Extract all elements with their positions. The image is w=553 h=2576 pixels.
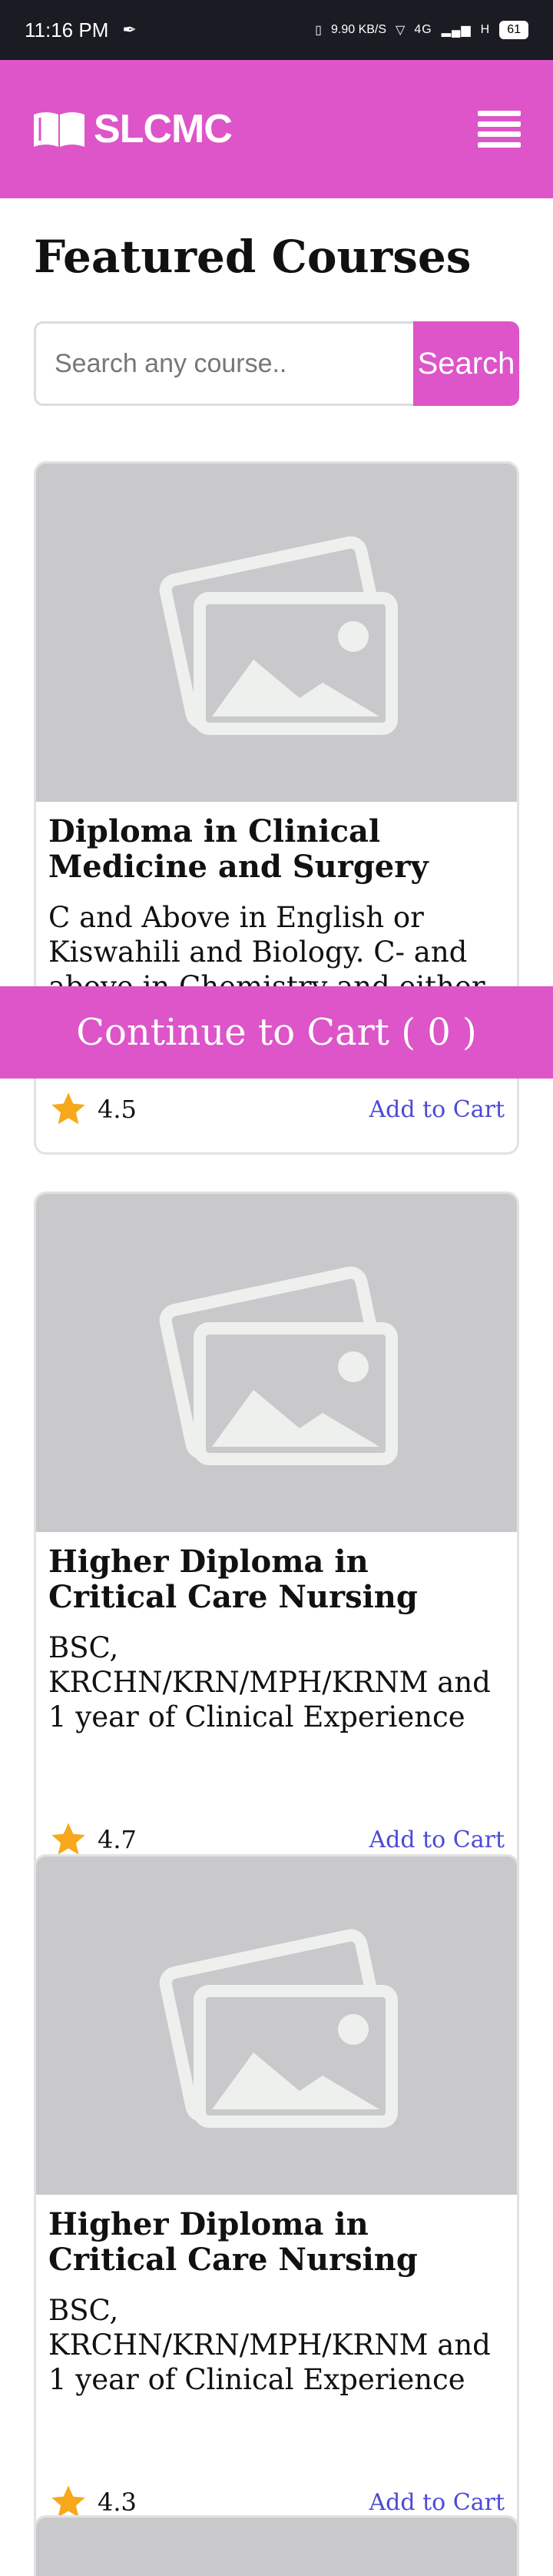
search-input[interactable]: [34, 321, 413, 406]
signal-icon: ▂▄▆: [441, 24, 472, 37]
vibrate-icon: ▯: [315, 24, 322, 37]
image-placeholder-icon: [159, 536, 398, 735]
course-description: BSC, KRCHN/KRN/MPH/KRNM and 1 year of Cl…: [48, 2294, 491, 2397]
course-card[interactable]: Higher Diploma in Critical Care Nursing …: [34, 1854, 519, 2548]
network-speed: 9.90 KB/S: [330, 23, 387, 36]
app-header: SLCMC: [0, 60, 553, 198]
hamburger-menu-icon[interactable]: [478, 111, 521, 148]
continue-to-cart-button[interactable]: Continue to Cart ( 0 ): [0, 986, 553, 1079]
add-to-cart-link[interactable]: Add to Cart: [369, 1826, 505, 1853]
image-placeholder-icon: [159, 1266, 398, 1465]
brand-name: SLCMC: [94, 107, 233, 151]
page-title: Featured Courses: [34, 231, 472, 283]
course-title: Higher Diploma in Critical Care Nursing: [48, 1544, 418, 1615]
course-title: Higher Diploma in Critical Care Nursing: [48, 2206, 418, 2278]
brand-logo[interactable]: SLCMC: [32, 106, 233, 152]
course-title: Diploma in Clinical Medicine and Surgery: [48, 813, 429, 885]
battery-level: 61: [499, 21, 528, 39]
course-image-placeholder: [36, 1856, 517, 2195]
course-card[interactable]: [34, 2515, 519, 2576]
course-footer: 4.5 Add to Cart: [48, 1089, 505, 1129]
course-rating: 4.3: [98, 2488, 137, 2517]
course-image-placeholder: [36, 464, 517, 802]
star-icon: [51, 1092, 85, 1125]
add-to-cart-link[interactable]: Add to Cart: [369, 1096, 505, 1123]
status-icons: ▯ 9.90 KB/S ▽ 4G ▂▄▆ H 61: [315, 21, 528, 39]
course-rating: 4.7: [98, 1825, 137, 1854]
open-book-icon: [34, 112, 84, 147]
wifi-icon: ▽: [396, 24, 406, 37]
course-rating: 4.5: [98, 1095, 137, 1124]
search-button[interactable]: Search: [413, 321, 519, 406]
course-card[interactable]: Higher Diploma in Critical Care Nursing …: [34, 1192, 519, 1885]
course-image-placeholder: [36, 1194, 517, 1532]
course-image-placeholder: [36, 2518, 517, 2576]
course-description: BSC, KRCHN/KRN/MPH/KRNM and 1 year of Cl…: [48, 1631, 491, 1734]
feather-icon: ✒: [122, 20, 137, 39]
status-time: 11:16 PM: [25, 18, 109, 42]
status-bar: 11:16 PM ✒ ▯ 9.90 KB/S ▽ 4G ▂▄▆ H 61: [0, 0, 553, 60]
add-to-cart-link[interactable]: Add to Cart: [369, 2489, 505, 2516]
network-type: 4G: [414, 23, 432, 36]
image-placeholder-icon: [159, 1929, 398, 2128]
search-bar: Search: [34, 321, 519, 406]
network-type-2: H: [480, 23, 491, 36]
